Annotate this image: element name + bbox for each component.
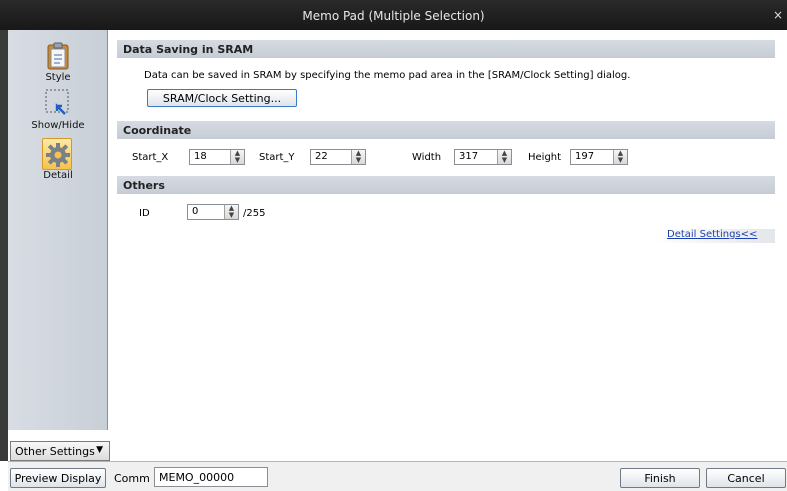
start-y-stepper[interactable]: 22 ▲ ▼ (310, 149, 366, 165)
other-settings-dropdown[interactable]: Other Settings ▼ (10, 441, 110, 461)
section-header-others: Others (117, 176, 775, 194)
sram-description: Data can be saved in SRAM by specifying … (144, 70, 631, 81)
height-value: 197 (575, 151, 595, 162)
spin-arrows-icon[interactable]: ▲ ▼ (613, 150, 627, 164)
start-y-value: 22 (315, 151, 328, 162)
title-bar: Memo Pad (Multiple Selection) × (0, 0, 787, 30)
cancel-button[interactable]: Cancel (706, 468, 786, 488)
spin-arrows-icon[interactable]: ▲ ▼ (351, 150, 365, 164)
comm-field[interactable]: MEMO_00000 (154, 467, 268, 487)
spin-arrows-icon[interactable]: ▲ ▼ (230, 150, 244, 164)
sram-clock-setting-button[interactable]: SRAM/Clock Setting... (147, 89, 297, 107)
clipboard-icon (47, 42, 69, 70)
sidebar-item-label: Show/Hide (31, 120, 85, 131)
cursor-selection-icon (45, 89, 69, 115)
finish-button[interactable]: Finish (620, 468, 700, 488)
width-label: Width (412, 152, 442, 163)
gear-icon (46, 143, 70, 167)
start-x-label: Start_X (132, 152, 169, 163)
height-stepper[interactable]: 197 ▲ ▼ (570, 149, 628, 165)
start-x-stepper[interactable]: 18 ▲ ▼ (189, 149, 245, 165)
bottom-bar: Preview Display Comm MEMO_00000 Finish C… (8, 461, 787, 491)
spin-arrows-icon[interactable]: ▲ ▼ (497, 150, 511, 164)
start-y-label: Start_Y (259, 152, 295, 163)
preview-display-button[interactable]: Preview Display (10, 468, 106, 488)
sidebar-item-label: Detail (43, 170, 73, 181)
id-stepper[interactable]: 0 ▲ ▼ (187, 204, 239, 220)
other-settings-label: Other Settings (15, 445, 95, 458)
width-value: 317 (459, 151, 479, 162)
section-header-coordinate: Coordinate (117, 121, 775, 139)
detail-panel: Data Saving in SRAM Data can be saved in… (117, 30, 787, 461)
close-icon[interactable]: × (773, 8, 783, 22)
window-frame (0, 30, 8, 461)
height-label: Height (528, 152, 562, 163)
chevron-down-icon: ▼ (96, 445, 103, 455)
sidebar-item-show-hide[interactable]: Show/Hide (8, 88, 108, 131)
spin-arrows-icon[interactable]: ▲ ▼ (224, 205, 238, 219)
window-title: Memo Pad (Multiple Selection) (302, 9, 485, 23)
id-max-label: /255 (243, 208, 266, 219)
sidebar-item-label: Style (45, 72, 71, 83)
sidebar-item-detail[interactable]: Detail (8, 142, 108, 181)
section-header-sram: Data Saving in SRAM (117, 40, 775, 58)
sidebar: Style Show/Hide Detail (8, 30, 108, 430)
width-stepper[interactable]: 317 ▲ ▼ (454, 149, 512, 165)
sidebar-item-style[interactable]: Style (8, 42, 108, 83)
id-label: ID (139, 208, 150, 219)
detail-settings-link[interactable]: Detail Settings<< (655, 229, 775, 243)
start-x-value: 18 (194, 151, 207, 162)
comm-label: Comm (114, 472, 150, 485)
id-value: 0 (192, 206, 199, 217)
